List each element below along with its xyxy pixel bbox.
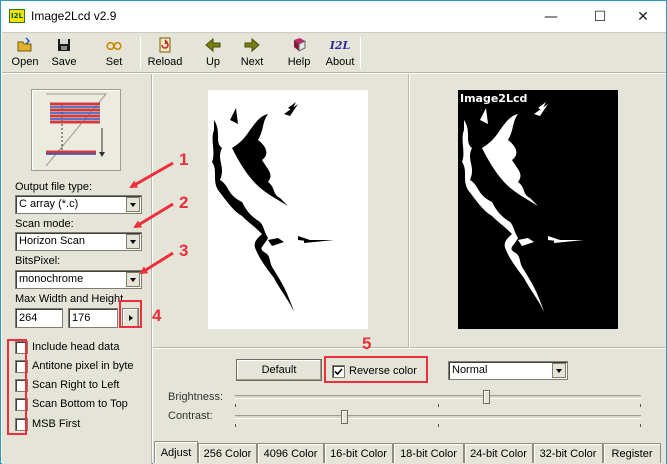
open-button[interactable]: Open <box>8 35 42 71</box>
app-logo-icon: I2L <box>9 9 25 23</box>
next-button[interactable]: Next <box>238 35 266 71</box>
chevron-down-icon[interactable] <box>126 197 140 212</box>
max-width-input[interactable]: 264 <box>15 308 63 328</box>
annotation-number-5: 5 <box>362 334 372 353</box>
scan-mode-label: Scan mode: <box>15 218 74 230</box>
tab-24-bit-color[interactable]: 24-bit Color <box>464 443 533 463</box>
scan-direction-diagram <box>31 89 121 171</box>
include-head-data-checkbox[interactable]: Include head data <box>15 340 119 354</box>
output-image: Image2Lcd <box>458 90 618 329</box>
brightness-slider-thumb[interactable] <box>483 390 490 404</box>
color-mode-select[interactable]: Normal <box>448 361 568 380</box>
annotation-box-options <box>7 339 27 435</box>
help-button[interactable]: Help <box>286 35 312 71</box>
source-image <box>208 90 368 329</box>
toolbar: Open Save Set Reload Up Next Help I2L Ab… <box>2 32 666 73</box>
annotation-number-4: 4 <box>152 306 162 325</box>
save-button[interactable]: Save <box>48 35 80 71</box>
maximize-button[interactable]: ☐ <box>577 1 623 32</box>
open-folder-icon <box>17 37 33 53</box>
chevron-down-icon[interactable] <box>552 363 566 378</box>
reload-icon <box>157 37 173 53</box>
max-size-label: Max Width and Height <box>15 293 124 305</box>
slider-tick <box>438 404 439 407</box>
annotation-box-5 <box>324 356 428 383</box>
toolbar-separator <box>140 37 141 69</box>
floppy-disk-icon <box>56 37 72 53</box>
slider-tick <box>235 424 236 427</box>
set-button[interactable]: Set <box>101 35 127 71</box>
minimize-button[interactable]: — <box>528 1 574 32</box>
annotation-number-3: 3 <box>179 241 189 260</box>
slider-tick <box>235 404 236 407</box>
app-window: I2L Image2Lcd v2.9 — ☐ ✕ Open Save Set R… <box>0 0 667 464</box>
output-file-type-label: Output file type: <box>15 181 93 193</box>
toolbar-separator <box>360 37 361 69</box>
slider-tick <box>438 424 439 427</box>
help-book-icon <box>291 37 307 53</box>
arrow-left-icon <box>205 37 221 53</box>
tab-32-bit-color[interactable]: 32-bit Color <box>533 443 603 463</box>
tab-256-color[interactable]: 256 Color <box>198 443 257 463</box>
scan-bottom-to-top-checkbox[interactable]: Scan Bottom to Top <box>15 397 128 411</box>
antitone-pixel-checkbox[interactable]: Antitone pixel in byte <box>15 359 134 373</box>
scan-right-to-left-checkbox[interactable]: Scan Right to Left <box>15 378 119 392</box>
tab-register[interactable]: Register <box>603 443 661 463</box>
i2l-logo-icon: I2L <box>329 38 351 52</box>
tab-18-bit-color[interactable]: 18-bit Color <box>393 443 464 463</box>
bits-pixel-label: BitsPixel: <box>15 255 61 267</box>
default-button[interactable]: Default <box>236 359 322 381</box>
chevron-down-icon[interactable] <box>126 234 140 249</box>
slider-tick <box>640 404 641 407</box>
brightness-label: Brightness: <box>168 391 224 403</box>
max-height-input[interactable]: 176 <box>68 308 118 328</box>
contrast-slider[interactable] <box>235 410 641 424</box>
annotation-box-4 <box>119 300 142 328</box>
contrast-slider-thumb[interactable] <box>341 410 348 424</box>
about-button[interactable]: I2L About <box>322 35 358 71</box>
window-title: Image2Lcd v2.9 <box>31 9 117 23</box>
glasses-icon <box>106 37 122 53</box>
arrow-right-icon <box>244 37 260 53</box>
tab-16-bit-color[interactable]: 16-bit Color <box>324 443 393 463</box>
tab-4096-color[interactable]: 4096 Color <box>257 443 324 463</box>
up-button[interactable]: Up <box>201 35 225 71</box>
chevron-down-icon[interactable] <box>126 272 140 287</box>
output-file-type-select[interactable]: C array (*.c) <box>15 195 142 214</box>
brightness-slider[interactable] <box>235 390 641 404</box>
annotation-number-2: 2 <box>179 193 189 212</box>
source-preview-panel <box>153 74 409 348</box>
bits-pixel-select[interactable]: monochrome <box>15 270 142 289</box>
scan-mode-select[interactable]: Horizon Scan <box>15 232 142 251</box>
reload-button[interactable]: Reload <box>145 35 185 71</box>
slider-tick <box>640 424 641 427</box>
contrast-label: Contrast: <box>168 410 213 422</box>
close-button[interactable]: ✕ <box>620 1 666 32</box>
tab-adjust[interactable]: Adjust <box>154 441 198 463</box>
output-preview-panel: Image2Lcd <box>410 74 666 348</box>
title-bar[interactable]: I2L Image2Lcd v2.9 — ☐ ✕ <box>1 1 666 32</box>
annotation-number-1: 1 <box>179 150 189 169</box>
